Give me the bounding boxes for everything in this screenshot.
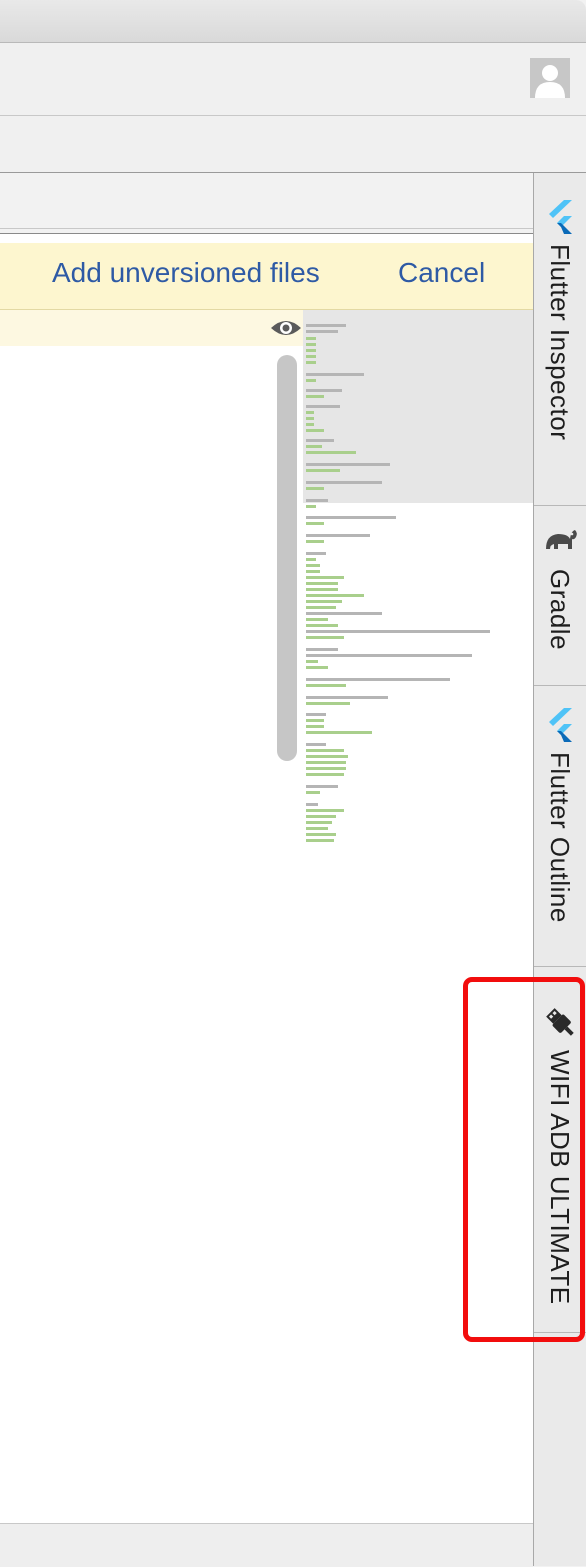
minimap-code-line (306, 395, 324, 398)
minimap-code-line (306, 648, 338, 651)
minimap-code-line (306, 660, 318, 663)
minimap-code-line (306, 785, 338, 788)
window-title-bar (0, 0, 586, 43)
cancel-link[interactable]: Cancel (398, 257, 485, 289)
minimap-code-line (306, 522, 324, 525)
minimap-code-line (306, 821, 332, 824)
minimap-code-line (306, 445, 322, 448)
minimap-code-line (306, 423, 314, 426)
flutter-icon (544, 708, 576, 742)
minimap-code-line (306, 582, 338, 585)
minimap-code-line (306, 827, 328, 830)
tool-tab-label: Flutter Inspector (545, 244, 575, 441)
minimap-code-line (306, 839, 334, 842)
tool-tab-flutter-inspector[interactable]: Flutter Inspector (534, 200, 586, 500)
minimap-code-line (306, 343, 316, 346)
minimap-code-line (306, 405, 340, 408)
minimap-code-line (306, 630, 490, 633)
code-editor[interactable] (0, 310, 533, 1523)
tool-tab-label: Gradle (545, 569, 575, 651)
minimap-code-line (306, 379, 316, 382)
minimap-code-line (306, 451, 356, 454)
minimap-code-line (306, 594, 364, 597)
minimap-code-line (306, 666, 328, 669)
minimap-code-line (306, 481, 382, 484)
divider (534, 505, 586, 506)
minimap-code-line (306, 463, 390, 466)
minimap-code-line (306, 337, 316, 340)
minimap-code-line (306, 791, 320, 794)
minimap-code-line (306, 678, 450, 681)
minimap-code-line (306, 361, 316, 364)
vertical-scrollbar[interactable] (277, 355, 297, 761)
minimap-code-line (306, 612, 382, 615)
minimap-code-line (306, 696, 388, 699)
add-unversioned-files-link[interactable]: Add unversioned files (52, 257, 320, 289)
minimap-code-line (306, 743, 326, 746)
minimap-code-line (306, 815, 336, 818)
minimap-code-line (306, 767, 346, 770)
editor-tab-bar (0, 173, 533, 234)
minimap-code-line (306, 516, 396, 519)
tool-tab-gradle[interactable]: Gradle (534, 525, 586, 663)
divider (534, 966, 586, 967)
minimap-code-line (306, 439, 334, 442)
wifi-adb-highlight-box (463, 977, 585, 1342)
minimap-code-line (306, 389, 342, 392)
minimap-code-line (306, 773, 344, 776)
minimap-code-line (306, 429, 324, 432)
minimap-code-line (306, 588, 338, 591)
tool-tab-flutter-outline[interactable]: Flutter Outline (534, 708, 586, 980)
minimap-code-line (306, 636, 344, 639)
minimap-code-line (306, 618, 328, 621)
minimap-code-line (306, 731, 372, 734)
minimap-code-line (306, 487, 324, 490)
minimap-code-line (306, 702, 350, 705)
minimap-code-line (306, 330, 338, 333)
minimap-code-line (306, 725, 324, 728)
minimap-code-line (306, 576, 344, 579)
status-bar (0, 1523, 533, 1567)
minimap-code-line (306, 499, 328, 502)
right-tool-window-strip: Flutter Inspector Gradle Flutter Outline (533, 173, 586, 1566)
main-toolbar (0, 43, 586, 116)
divider (534, 685, 586, 686)
unversioned-files-banner: Add unversioned files Cancel (0, 243, 533, 310)
minimap-code-line (306, 469, 340, 472)
minimap-code-line (306, 809, 344, 812)
minimap-code-line (306, 417, 314, 420)
minimap-code-line (306, 355, 316, 358)
minimap-code-line (306, 534, 370, 537)
minimap-code-line (306, 505, 316, 508)
minimap-code-line (306, 540, 324, 543)
minimap-code-line (306, 411, 314, 414)
minimap-code-line (306, 349, 316, 352)
minimap-code-line (306, 324, 346, 327)
minimap-code-line (306, 684, 346, 687)
minimap-code-line (306, 749, 344, 752)
minimap-code-line (306, 654, 472, 657)
minimap-code-line (306, 755, 348, 758)
minimap-code-line (306, 761, 346, 764)
minimap-code-line (306, 570, 320, 573)
navigation-bar (0, 116, 586, 173)
minimap-code-line (306, 719, 324, 722)
minimap-code-line (306, 713, 326, 716)
user-avatar-icon[interactable] (530, 58, 570, 98)
flutter-icon (544, 200, 576, 234)
minimap-code-line (306, 373, 364, 376)
minimap-code-line (306, 624, 338, 627)
minimap-code-line (306, 558, 316, 561)
minimap-code-line (306, 606, 336, 609)
minimap-code-line (306, 564, 320, 567)
minimap-code-line (306, 600, 342, 603)
minimap-code-line (306, 552, 326, 555)
editor-area: Add unversioned files Cancel (0, 173, 533, 1567)
current-line-highlight (0, 310, 303, 346)
minimap-code-line (306, 833, 336, 836)
tool-tab-label: Flutter Outline (545, 752, 575, 923)
gradle-elephant-icon (544, 525, 577, 559)
minimap-code-line (306, 803, 318, 806)
eye-icon[interactable] (270, 314, 302, 342)
